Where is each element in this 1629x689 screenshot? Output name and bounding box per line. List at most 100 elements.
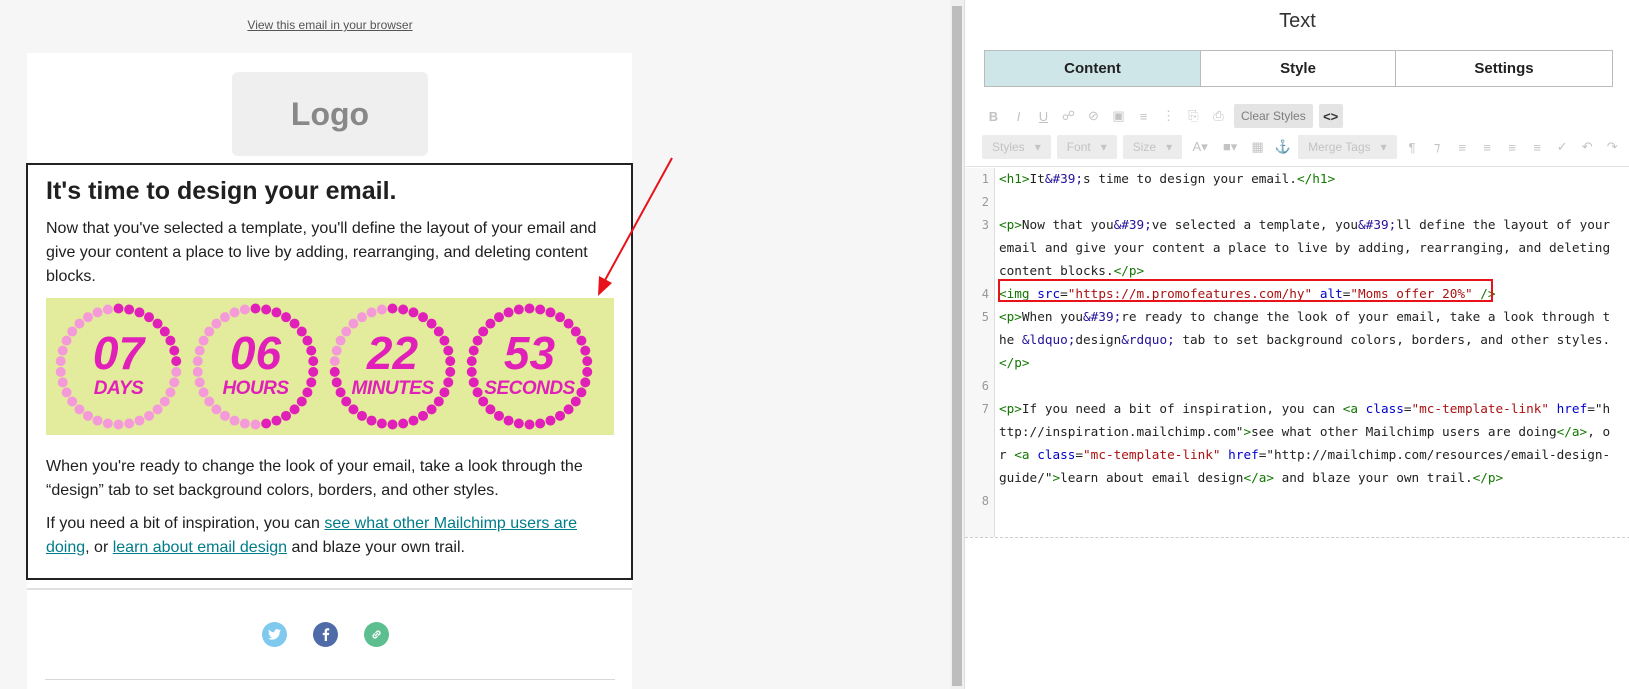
styles-label: Styles bbox=[992, 140, 1025, 154]
red-arrow-annotation bbox=[598, 157, 673, 296]
align-right-icon[interactable]: ≡ bbox=[1503, 136, 1522, 158]
paste-icon[interactable]: ⎘ bbox=[1184, 105, 1203, 127]
toolbar-divider bbox=[965, 166, 1629, 167]
anchor-icon[interactable]: ⚓ bbox=[1273, 136, 1292, 158]
line-number: 5 bbox=[981, 310, 989, 324]
countdown-seconds: 53 SECONDS bbox=[461, 298, 598, 435]
chevron-down-icon: ▾ bbox=[1100, 140, 1107, 154]
highlighted-img-tag-box bbox=[998, 279, 1493, 302]
text-block-editor: Text Content Style Settings B I U ☍ ⊘ ▣ … bbox=[964, 0, 1629, 689]
font-dropdown[interactable]: Font ▾ bbox=[1056, 135, 1117, 159]
code-line: r <a class="mc-template-link" href="http… bbox=[999, 447, 1611, 462]
code-line: he &ldquo;design&rdquo; tab to set backg… bbox=[999, 332, 1611, 347]
facebook-icon[interactable] bbox=[313, 622, 338, 647]
size-label: Size bbox=[1132, 140, 1157, 154]
bold-icon[interactable]: B bbox=[984, 105, 1003, 127]
intro-paragraph: Now that you've selected a template, you… bbox=[46, 220, 597, 285]
merge-tags-label: Merge Tags bbox=[1308, 140, 1371, 154]
para-text: and blaze your own trail. bbox=[287, 539, 465, 556]
highlight-icon[interactable]: ■▾ bbox=[1218, 136, 1242, 158]
design-tab-paragraph: When you're ready to change the look of … bbox=[46, 458, 583, 499]
text-color-icon[interactable]: A▾ bbox=[1188, 136, 1212, 158]
image-icon[interactable]: ▣ bbox=[1109, 105, 1128, 127]
countdown-value: 07 bbox=[92, 327, 145, 379]
line-number: 3 bbox=[981, 218, 989, 232]
align-left-icon[interactable]: ≡ bbox=[1453, 136, 1472, 158]
logo-placeholder[interactable]: Logo bbox=[232, 72, 428, 156]
countdown-label: DAYS bbox=[93, 378, 144, 399]
tab-content[interactable]: Content bbox=[985, 51, 1201, 86]
redo-icon[interactable]: ↷ bbox=[1603, 136, 1622, 158]
email-design-link[interactable]: learn about email design bbox=[113, 539, 287, 556]
chevron-down-icon: ▾ bbox=[1034, 140, 1041, 154]
countdown-label: MINUTES bbox=[351, 378, 435, 399]
line-number: 2 bbox=[981, 195, 989, 209]
paste-text-icon[interactable]: ⎙ bbox=[1209, 105, 1228, 127]
view-in-browser-link[interactable]: View this email in your browser bbox=[0, 18, 660, 32]
spellcheck-icon[interactable]: ✓ bbox=[1553, 136, 1572, 158]
countdown-label: HOURS bbox=[222, 378, 289, 399]
preview-scrollbar-thumb[interactable] bbox=[952, 6, 962, 686]
line-number: 8 bbox=[981, 494, 989, 508]
line-number: 1 bbox=[981, 172, 989, 186]
tab-style[interactable]: Style bbox=[1201, 51, 1396, 86]
code-line: content blocks.</p> bbox=[999, 263, 1145, 278]
countdown-value: 06 bbox=[229, 327, 282, 379]
table-icon[interactable]: ▦ bbox=[1248, 136, 1267, 158]
countdown-label: SECONDS bbox=[484, 378, 575, 399]
underline-icon[interactable]: U bbox=[1034, 105, 1053, 127]
line-number-gutter: 1 2 3 4 5 6 7 8 bbox=[965, 168, 995, 537]
para-text: , or bbox=[85, 539, 113, 556]
countdown-timer-image: 07 DAYS 06 HOURS 22 MINUTES 53 SECONDS bbox=[46, 298, 614, 435]
footer-divider bbox=[45, 679, 615, 680]
size-dropdown[interactable]: Size ▾ bbox=[1122, 135, 1183, 159]
link-icon[interactable] bbox=[364, 622, 389, 647]
code-line: email and give your content a place to l… bbox=[999, 240, 1611, 255]
selected-text-block[interactable]: It's time to design your email. Now that… bbox=[26, 163, 633, 580]
code-line: <h1>It&#39;s time to design your email.<… bbox=[999, 171, 1336, 186]
align-center-icon[interactable]: ≡ bbox=[1478, 136, 1497, 158]
chevron-down-icon: ▾ bbox=[1166, 140, 1173, 154]
code-line: </p> bbox=[999, 355, 1030, 370]
link-icon[interactable]: ☍ bbox=[1059, 105, 1078, 127]
line-number: 4 bbox=[981, 287, 989, 301]
code-line: ttp://inspiration.mailchimp.com">see wha… bbox=[999, 424, 1611, 439]
line-number: 7 bbox=[981, 402, 989, 416]
editor-tabs: Content Style Settings bbox=[984, 50, 1613, 87]
para-text: If you need a bit of inspiration, you ca… bbox=[46, 515, 325, 532]
email-headline: It's time to design your email. bbox=[46, 177, 397, 205]
countdown-minutes: 22 MINUTES bbox=[324, 298, 461, 435]
footer-divider bbox=[27, 588, 632, 590]
unlink-icon[interactable]: ⊘ bbox=[1084, 105, 1103, 127]
countdown-value: 53 bbox=[503, 327, 556, 379]
countdown-days: 07 DAYS bbox=[50, 298, 187, 435]
justify-icon[interactable]: ≡ bbox=[1528, 136, 1547, 158]
toolbar-row-2: Styles ▾ Font ▾ Size ▾ A▾ ■▾ ▦ ⚓ Merge Tags… bbox=[982, 134, 1622, 160]
code-line: <p>If you need a bit of inspiration, you… bbox=[999, 401, 1611, 416]
code-line: <p>Now that you&#39;ve selected a templa… bbox=[999, 217, 1611, 232]
ordered-list-icon[interactable]: ≡ bbox=[1134, 105, 1153, 127]
code-line: guide/">learn about email design</a> and… bbox=[999, 470, 1504, 485]
clear-styles-button[interactable]: Clear Styles bbox=[1234, 104, 1313, 128]
toolbar-row-1: B I U ☍ ⊘ ▣ ≡ ⋮ ⎘ ⎙ Clear Styles <> bbox=[984, 103, 1343, 129]
styles-dropdown[interactable]: Styles ▾ bbox=[982, 135, 1051, 159]
merge-tags-dropdown[interactable]: Merge Tags ▾ bbox=[1298, 135, 1397, 159]
undo-icon[interactable]: ↶ bbox=[1578, 136, 1597, 158]
rtl-icon[interactable]: ⁊ bbox=[1428, 136, 1447, 158]
social-icons bbox=[262, 622, 389, 647]
paragraph-icon[interactable]: ¶ bbox=[1403, 136, 1422, 158]
bullet-list-icon[interactable]: ⋮ bbox=[1159, 105, 1178, 127]
tab-settings[interactable]: Settings bbox=[1396, 51, 1612, 86]
inspiration-paragraph: If you need a bit of inspiration, you ca… bbox=[46, 512, 606, 560]
italic-icon[interactable]: I bbox=[1009, 105, 1028, 127]
twitter-icon[interactable] bbox=[262, 622, 287, 647]
html-source-editor[interactable]: 1 2 3 4 5 6 7 8 <h1>It&#39;s time to design you… bbox=[965, 168, 1629, 538]
panel-title: Text bbox=[1279, 10, 1316, 32]
chevron-down-icon: ▾ bbox=[1380, 140, 1387, 154]
email-preview-pane: View this email in your browser Logo It'… bbox=[0, 0, 950, 689]
line-number: 6 bbox=[981, 379, 989, 393]
countdown-value: 22 bbox=[366, 327, 419, 379]
font-label: Font bbox=[1066, 140, 1091, 154]
source-code-button[interactable]: <> bbox=[1318, 104, 1343, 128]
countdown-hours: 06 HOURS bbox=[187, 298, 324, 435]
